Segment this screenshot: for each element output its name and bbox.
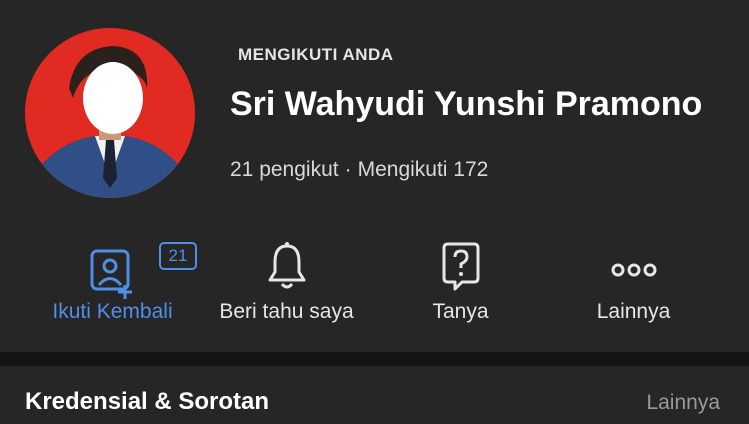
notify-me-button[interactable]: Beri tahu saya [199,236,374,332]
follows-you-label: MENGIKUTI ANDA [238,45,394,64]
avatar-photo [25,28,195,198]
credentials-section: Kredensial & Sorotan Lainnya [0,366,749,424]
follow-back-count-badge: 21 [159,242,197,270]
bell-icon [262,236,312,294]
followers-link[interactable]: 21 pengikut [230,158,339,181]
notify-me-label: Beri tahu saya [219,300,354,323]
follow-back-icon: 21 [25,236,200,299]
ask-label: Tanya [432,300,489,323]
more-dots-icon [606,236,662,294]
profile-name: Sri Wahyudi Yunshi Pramono [230,85,703,123]
more-button[interactable]: Lainnya [546,236,721,332]
profile-header: MENGIKUTI ANDA Sri Wahyudi Yunshi Pramon… [0,0,749,352]
stats-separator: · [344,158,352,181]
question-icon [436,236,486,294]
more-label: Lainnya [596,300,671,323]
follow-back-button[interactable]: 21 Ikuti Kembali [25,236,200,332]
section-more-link[interactable]: Lainnya [646,391,720,415]
ask-button[interactable]: Tanya [373,236,548,332]
section-title: Kredensial & Sorotan [25,388,270,415]
section-divider [0,352,749,366]
following-link[interactable]: Mengikuti 172 [358,158,489,181]
profile-stats: 21 pengikut · Mengikuti 172 [230,158,488,182]
avatar[interactable] [25,28,195,198]
action-bar: 21 Ikuti Kembali Beri tahu saya Tanya La… [0,236,749,336]
